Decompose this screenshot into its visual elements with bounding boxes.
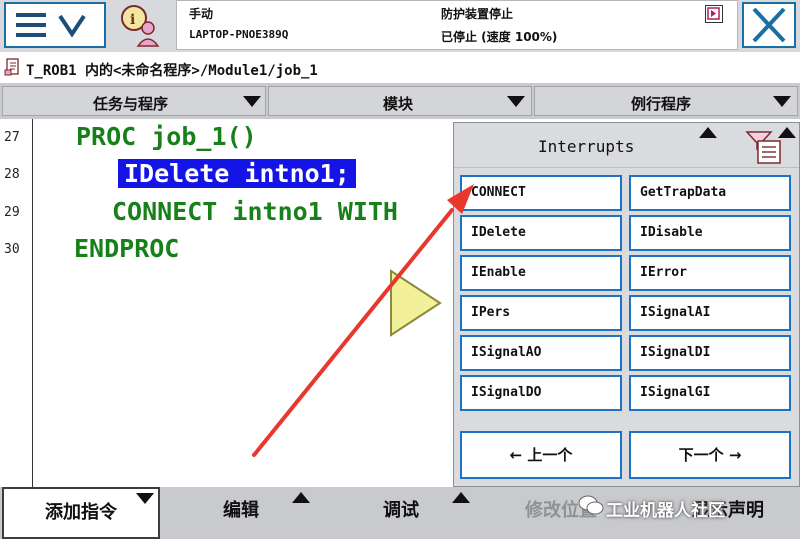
close-button[interactable]: [742, 2, 796, 48]
edit-button[interactable]: 编辑: [162, 487, 320, 539]
code-line[interactable]: CONNECT intno1 WITH: [112, 197, 398, 226]
line-number-gutter: 27 28 29 30: [0, 119, 33, 487]
previous-page-button[interactable]: ← 上一个: [460, 431, 622, 479]
panel-title: Interrupts: [538, 137, 635, 156]
line-number: 27: [4, 130, 20, 145]
instruction-idisable-button[interactable]: IDisable: [629, 215, 791, 251]
instruction-connect-button[interactable]: CONNECT: [460, 175, 622, 211]
tab-tasks-programs[interactable]: 任务与程序: [2, 86, 266, 116]
instruction-isignaldi-button[interactable]: ISignalDI: [629, 335, 791, 371]
chevron-down-icon: [243, 96, 261, 107]
add-instruction-label: 添加指令: [45, 502, 117, 523]
tab-routines-label: 例行程序: [631, 95, 692, 113]
instruction-isignalao-button[interactable]: ISignalAO: [460, 335, 622, 371]
instruction-ierror-button[interactable]: IError: [629, 255, 791, 291]
instruction-isignalai-button[interactable]: ISignalAI: [629, 295, 791, 331]
chevron-down-icon: [507, 96, 525, 107]
svg-text:i: i: [130, 12, 135, 28]
quickset-icon[interactable]: [705, 5, 723, 23]
add-instruction-button[interactable]: 添加指令: [2, 487, 160, 539]
hamburger-menu-icon: [16, 13, 86, 38]
tab-modules-label: 模块: [383, 95, 414, 113]
chevron-up-icon: [292, 492, 310, 503]
tab-routines[interactable]: 例行程序: [534, 86, 798, 116]
play-triangle-icon: [390, 269, 442, 337]
controller-name: LAPTOP-PNOE389Q: [189, 28, 289, 41]
next-page-button[interactable]: 下一个 →: [629, 431, 791, 479]
panel-header: Interrupts: [454, 123, 799, 168]
code-line[interactable]: PROC job_1(): [76, 122, 257, 151]
instruction-ienable-button[interactable]: IEnable: [460, 255, 622, 291]
chevron-up-icon: [452, 492, 470, 503]
close-icon: [752, 7, 786, 43]
tab-tasks-programs-label: 任务与程序: [93, 95, 169, 113]
instruction-ipers-button[interactable]: IPers: [460, 295, 622, 331]
tab-modules[interactable]: 模块: [268, 86, 532, 116]
category-filter-icon[interactable]: [744, 129, 784, 165]
program-icon: [4, 58, 19, 76]
chevron-up-icon[interactable]: [699, 127, 717, 138]
line-number: 29: [4, 205, 20, 220]
line-number: 30: [4, 242, 20, 257]
event-log-icon[interactable]: i: [118, 2, 166, 48]
program-path: T_ROB1 内的<未命名程序>/Module1/job_1: [26, 63, 318, 79]
instruction-isignalgi-button[interactable]: ISignalGI: [629, 375, 791, 411]
edit-label: 编辑: [223, 500, 259, 521]
debug-label: 调试: [383, 500, 419, 521]
main-menu-button[interactable]: [4, 2, 106, 48]
chevron-down-icon: [773, 96, 791, 107]
code-line[interactable]: ENDPROC: [74, 234, 179, 263]
debug-button[interactable]: 调试: [322, 487, 480, 539]
instruction-gettrapdata-button[interactable]: GetTrapData: [629, 175, 791, 211]
run-state: 已停止 (速度 100%): [441, 30, 558, 44]
line-number: 28: [4, 167, 20, 182]
chevron-down-icon: [136, 493, 154, 504]
safety-status: 防护装置停止: [441, 7, 514, 21]
breadcrumb: T_ROB1 内的<未命名程序>/Module1/job_1: [0, 52, 800, 83]
wechat-icon: [578, 495, 604, 515]
code-line-selected[interactable]: IDelete intno1;: [118, 159, 356, 188]
status-panel[interactable]: 手动 LAPTOP-PNOE389Q 防护装置停止 已停止 (速度 100%): [176, 0, 738, 50]
instruction-isignaldo-button[interactable]: ISignalDO: [460, 375, 622, 411]
watermark-text: 工业机器人社区: [606, 501, 725, 521]
operating-mode: 手动: [189, 7, 214, 21]
instruction-idelete-button[interactable]: IDelete: [460, 215, 622, 251]
